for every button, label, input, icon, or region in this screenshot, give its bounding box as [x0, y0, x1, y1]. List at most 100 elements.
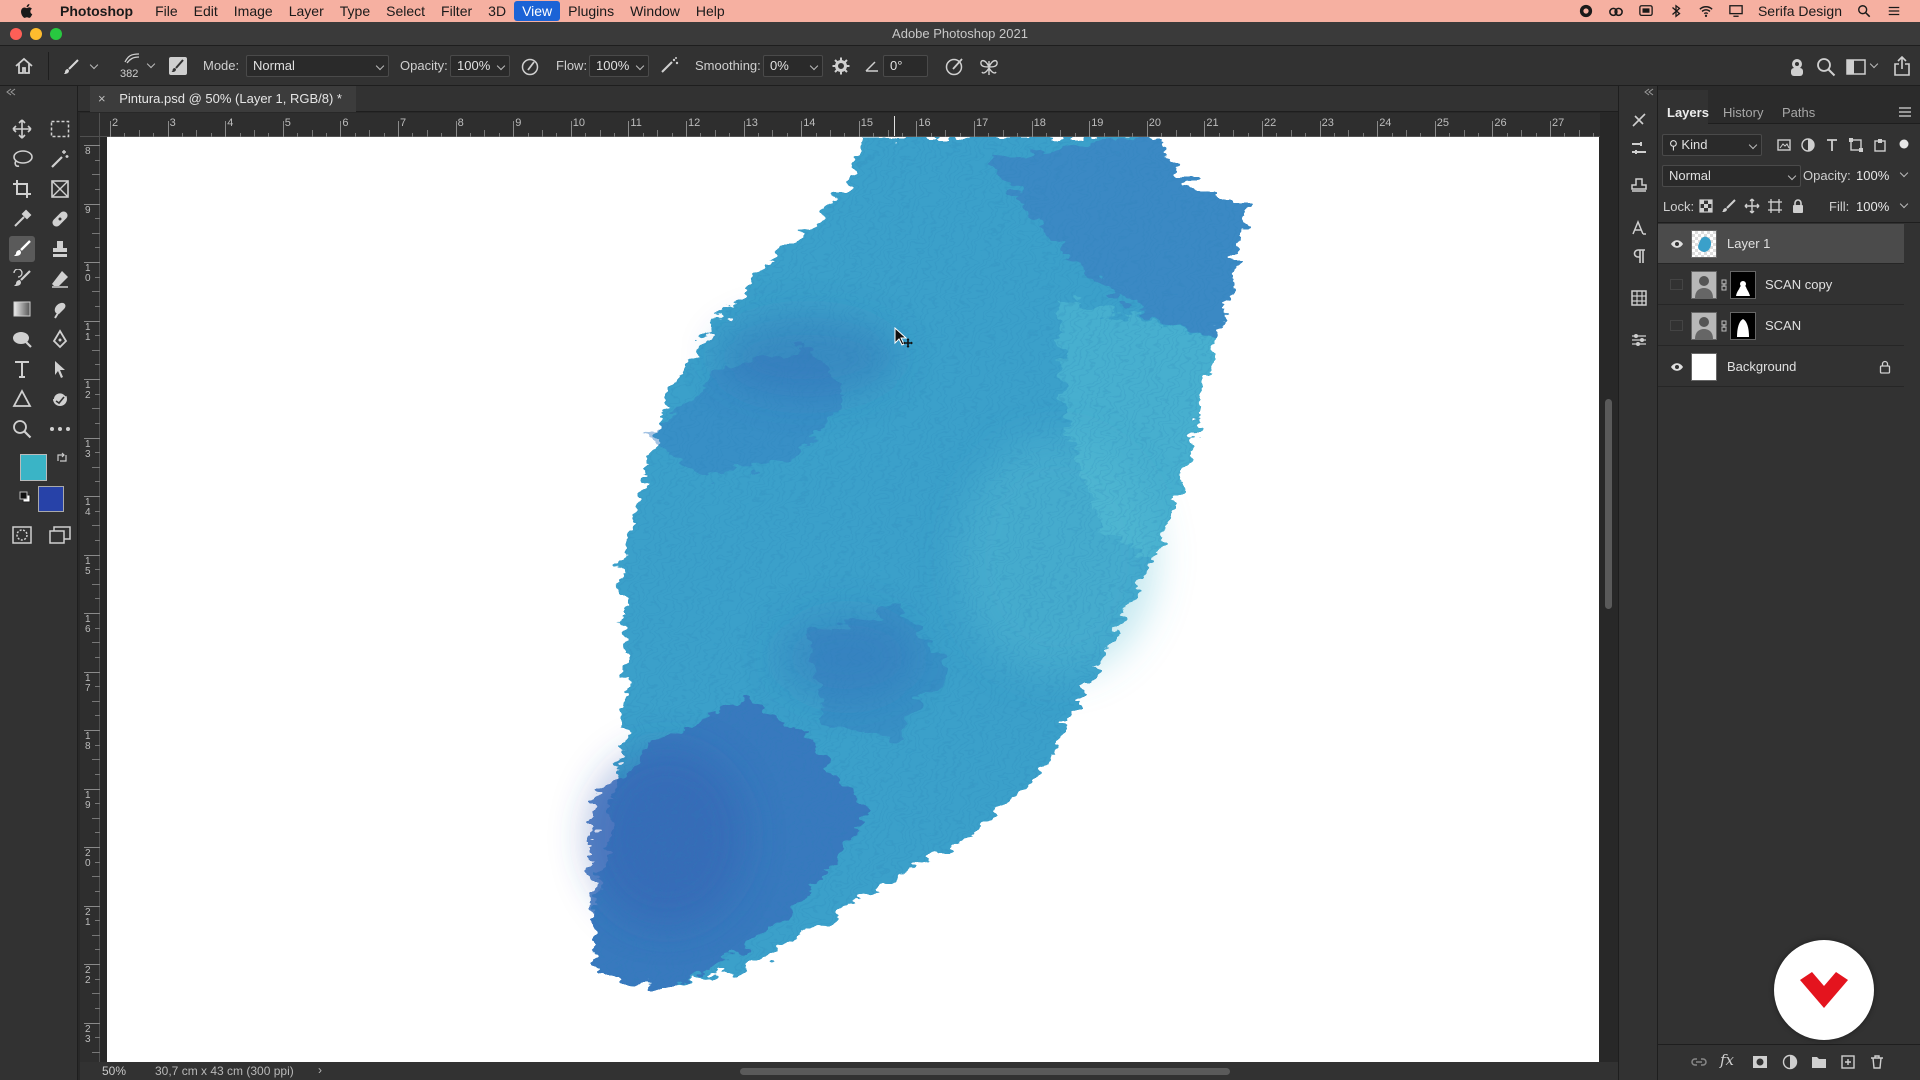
status-menu-arrow-icon[interactable]: › — [318, 1063, 322, 1077]
apple-logo-icon[interactable] — [18, 2, 36, 20]
history-brush-tool[interactable] — [9, 266, 35, 292]
blur-tool[interactable] — [47, 296, 73, 322]
lock-transparent-pixels-icon[interactable] — [1698, 198, 1714, 214]
brush-tool[interactable] — [9, 236, 35, 262]
collapse-toolbar-icon[interactable] — [6, 88, 16, 96]
user-name[interactable]: Serifa Design — [1758, 3, 1842, 19]
menu-window[interactable]: Window — [622, 0, 688, 22]
delete-layer-trash-icon[interactable] — [1869, 1054, 1885, 1070]
spotlight-search-icon[interactable] — [1856, 4, 1872, 18]
brush-settings-panel-icon[interactable] — [168, 56, 188, 76]
display-icon[interactable] — [1728, 4, 1744, 18]
creative-cloud-icon[interactable] — [1608, 4, 1624, 18]
default-colors-icon[interactable] — [19, 491, 31, 503]
smoothing-input[interactable]: 0% — [763, 55, 823, 77]
eyedropper-tool[interactable] — [9, 206, 35, 232]
shape-tool[interactable] — [9, 386, 35, 412]
blend-mode-select[interactable]: Normal — [1662, 165, 1801, 187]
visibility-toggle-empty[interactable] — [1670, 279, 1683, 290]
layer-row-layer-1[interactable]: Layer 1 — [1658, 224, 1904, 264]
layer-row-scan-copy[interactable]: SCAN copy — [1658, 265, 1904, 305]
share-icon[interactable] — [1892, 56, 1912, 76]
menu-image[interactable]: Image — [226, 0, 281, 22]
layer-fx-icon[interactable]: fx — [1720, 1051, 1734, 1069]
menu-file[interactable]: File — [147, 0, 186, 22]
adjustments-panel-icon[interactable] — [1631, 332, 1647, 348]
layer-lock-icon[interactable] — [1879, 360, 1891, 374]
lock-all-icon[interactable] — [1790, 198, 1806, 214]
lock-position-icon[interactable] — [1744, 198, 1760, 214]
vertical-scrollbar[interactable] — [1600, 137, 1618, 1062]
tab-layers[interactable]: Layers — [1667, 105, 1709, 120]
menu-3d[interactable]: 3D — [480, 0, 514, 22]
layer-row-scan[interactable]: SCAN — [1658, 306, 1904, 346]
mask-link-icon[interactable] — [1720, 320, 1728, 332]
mode-select[interactable]: Normal — [246, 55, 389, 77]
layer-name[interactable]: SCAN — [1765, 318, 1801, 333]
new-layer-icon[interactable] — [1840, 1054, 1856, 1070]
pressure-opacity-icon[interactable] — [520, 57, 540, 77]
layer-opacity-value[interactable]: 100% — [1856, 168, 1889, 183]
minimize-window-button[interactable] — [30, 28, 42, 40]
mask-link-icon[interactable] — [1720, 279, 1728, 291]
filter-pixel-layers-icon[interactable] — [1776, 137, 1792, 153]
brush-settings-icon[interactable] — [1631, 112, 1647, 128]
document-tab[interactable]: × Pintura.psd @ 50% (Layer 1, RGB/8) * — [90, 86, 356, 112]
wifi-icon[interactable] — [1698, 4, 1714, 18]
hand-tool[interactable] — [47, 386, 73, 412]
table-panel-icon[interactable] — [1631, 290, 1647, 306]
foreground-color-swatch[interactable] — [20, 454, 47, 481]
vertical-scroll-thumb[interactable] — [1605, 399, 1612, 609]
layer-name[interactable]: Layer 1 — [1727, 236, 1770, 251]
fill-value[interactable]: 100% — [1856, 199, 1889, 214]
brush-size-picker[interactable]: 382 — [118, 50, 146, 84]
menu-plugins[interactable]: Plugins — [560, 0, 622, 22]
layer-mask-thumbnail[interactable] — [1730, 271, 1756, 299]
new-group-folder-icon[interactable] — [1811, 1054, 1827, 1070]
lock-image-pixels-icon[interactable] — [1721, 198, 1737, 214]
layer-opacity-dropdown[interactable] — [1899, 168, 1909, 178]
layer-filter-select[interactable]: ⚲ Kind — [1662, 134, 1762, 156]
path-selection-tool[interactable] — [47, 356, 73, 382]
crop-tool[interactable] — [9, 176, 35, 202]
flow-input[interactable]: 100% — [589, 55, 649, 77]
menu-layer[interactable]: Layer — [281, 0, 332, 22]
lasso-tool[interactable] — [9, 146, 35, 172]
link-layers-icon[interactable] — [1691, 1054, 1707, 1070]
airbrush-icon[interactable] — [658, 56, 680, 76]
visibility-eye-icon[interactable] — [1670, 361, 1684, 373]
symmetry-butterfly-icon[interactable] — [978, 56, 1000, 78]
filter-smart-objects-icon[interactable] — [1872, 137, 1888, 153]
brush-preset-dropdown[interactable] — [89, 60, 99, 70]
fill-dropdown[interactable] — [1899, 199, 1909, 209]
close-window-button[interactable] — [10, 28, 22, 40]
workspace-dropdown[interactable] — [1869, 59, 1879, 69]
menu-select[interactable]: Select — [378, 0, 433, 22]
move-tool[interactable] — [9, 116, 35, 142]
marquee-tool[interactable] — [47, 116, 73, 142]
dodge-tool[interactable] — [9, 326, 35, 352]
edit-toolbar-button[interactable] — [47, 416, 73, 442]
vertical-ruler[interactable]: 8 9 1 0 1 1 1 2 1 3 1 4 1 5 1 6 1 7 1 8 1 9 2 0 2 1 2 … — [80, 137, 100, 1068]
filter-adjustment-layers-icon[interactable] — [1800, 137, 1816, 153]
angle-input[interactable]: 0° — [883, 55, 928, 77]
quick-mask-mode[interactable] — [9, 522, 35, 548]
frame-tool[interactable] — [47, 176, 73, 202]
pressure-size-icon[interactable] — [944, 56, 966, 78]
layer-row-background[interactable]: Background — [1658, 347, 1904, 387]
layer-name[interactable]: SCAN copy — [1765, 277, 1832, 292]
character-panel-icon[interactable] — [1631, 220, 1647, 236]
brush-size-dropdown[interactable] — [146, 59, 156, 69]
document-info[interactable]: 30,7 cm x 43 cm (300 ppi) — [155, 1064, 294, 1078]
menu-type[interactable]: Type — [332, 0, 378, 22]
background-color-swatch[interactable] — [38, 486, 64, 512]
filter-toggle-icon[interactable] — [1898, 138, 1910, 150]
filter-shape-layers-icon[interactable] — [1848, 137, 1864, 153]
canvas-area[interactable] — [101, 137, 1601, 1062]
layer-name[interactable]: Background — [1727, 359, 1796, 374]
zoom-tool[interactable] — [9, 416, 35, 442]
screen-mirror-icon[interactable] — [1638, 4, 1654, 18]
gradient-tool[interactable] — [9, 296, 35, 322]
zoom-level[interactable]: 50% — [102, 1064, 126, 1078]
brush-tool-preset-icon[interactable] — [62, 58, 80, 76]
